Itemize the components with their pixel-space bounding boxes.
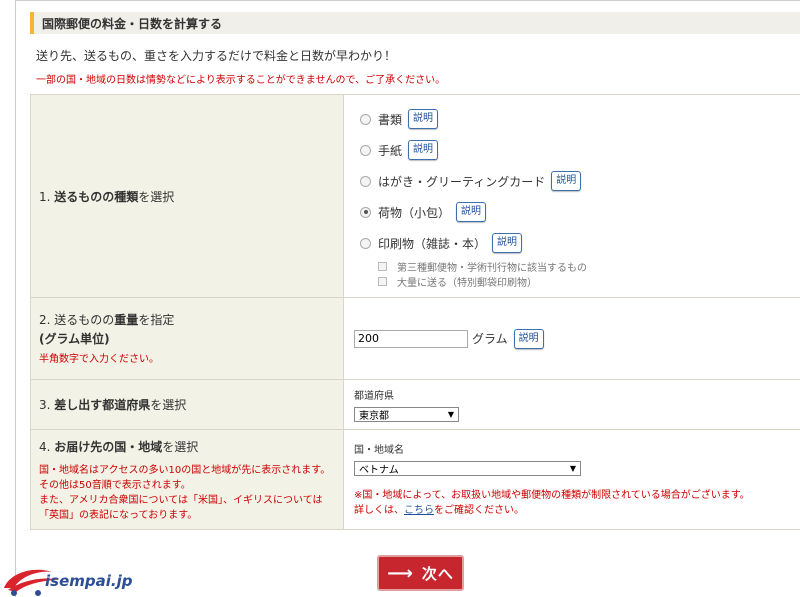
details-pre: 詳しくは、 [354,505,404,516]
option-printed-matter[interactable]: 印刷物（雑誌・本） 説明 [354,228,800,259]
radio-postcard[interactable] [360,175,371,187]
option-postcard-label: はがき・グリーティングカード [378,174,546,189]
step3-suffix: を選択 [150,398,187,412]
option-letter-label: 手紙 [378,143,403,158]
lead-text: 送り先、送るもの、重さを入力するだけで料金と日数が早わかり！ [36,49,397,63]
prefecture-label: 都道府県 [354,391,394,402]
page-frame-top [15,0,800,1]
option-postcard[interactable]: はがき・グリーティングカード 説明 [354,166,800,197]
step1-label: 1. 送るものの種類を選択 [30,94,344,298]
step1-suffix: を選択 [138,189,175,204]
country-selected: ベトナム [359,465,399,476]
prefecture-dropdown-icon: ▼ [447,410,454,419]
step2-bold: 重量 [114,312,139,327]
section-title: 国際郵便の料金・日数を計算する [42,16,223,31]
explain-button-letter[interactable]: 説明 [408,140,439,160]
step4-suffix: を選択 [162,440,199,454]
step3-label: 3. 差し出す都道府県を選択 [30,379,344,430]
next-button-label: 次へ [421,564,454,583]
step4-number: 4. [39,440,51,454]
step4-field: 国・地域名 ベトナム ▼ ※国・地域によって、お取扱い地域や郵便物の種類が制限さ… [343,429,800,530]
checkbox-third-class[interactable] [378,261,387,271]
step3-bold: 差し出す都道府県 [54,398,151,412]
country-select[interactable]: ベトナム ▼ [354,461,581,476]
step1-number: 1. [39,189,51,204]
suboption-third-class[interactable]: 第三種郵便物・学術刊行物に該当するもの [378,259,800,274]
next-button[interactable]: ⟶ 次へ [377,555,464,591]
suboption-third-class-label: 第三種郵便物・学術刊行物に該当するもの [397,262,587,274]
step3-field: 都道府県 東京都 ▼ [343,379,800,430]
prefecture-select[interactable]: 東京都 ▼ [354,407,459,422]
step2-pre: 送るものの [54,312,115,327]
radio-printed-matter[interactable] [360,237,371,249]
step4-note-4: 「英国」の表記になっております。 [39,510,198,521]
section-header: 国際郵便の料金・日数を計算する [30,12,800,34]
details-link[interactable]: こちら [404,505,434,516]
radio-parcel[interactable] [360,206,371,218]
option-documents-label: 書類 [378,112,403,127]
step3-number: 3. [39,398,51,412]
step2-number: 2. [39,312,51,327]
country-label: 国・地域名 [354,445,404,456]
calculator-form: 1. 送るものの種類を選択 書類 説明 手紙 説明 はがき・グリーティングカード… [30,94,800,530]
option-parcel[interactable]: 荷物（小包） 説明 [354,197,800,228]
suboption-bulk[interactable]: 大量に送る（特別郵袋印刷物） [378,274,800,289]
prefecture-selected: 東京都 [359,411,389,422]
logo-text: isempai.jp [45,572,133,590]
suboption-bulk-label: 大量に送る（特別郵袋印刷物） [397,277,537,289]
explain-button-documents[interactable]: 説明 [408,109,439,129]
step4-label: 4. お届け先の国・地域を選択 国・地域名はアクセスの多い10の国と地域が先に表… [30,429,344,530]
country-warning: ※国・地域によって、お取扱い地域や郵便物の種類が制限されている場合がございます。 [354,490,750,501]
step4-note-1: 国・地域名はアクセスの多い10の国と地域が先に表示されます。 [39,465,331,476]
notice-text: 一部の国・地域の日数は情勢などにより表示することができませんので、ご了承ください… [36,75,446,86]
step4-bold: お届け先の国・地域 [54,440,163,454]
arrow-right-icon: ⟶ [387,562,414,584]
page-frame-left [15,0,16,597]
step1-bold: 送るものの種類 [54,189,139,204]
explain-button-postcard[interactable]: 説明 [551,171,582,191]
step1-options: 書類 説明 手紙 説明 はがき・グリーティングカード 説明 荷物（小包） 説明 … [343,94,800,298]
radio-letter[interactable] [360,144,371,156]
weight-unit: グラム [472,332,508,346]
country-dropdown-icon: ▼ [569,464,576,473]
country-details-line: 詳しくは、こちらをご確認ください。 [354,503,800,518]
explain-button-printed-matter[interactable]: 説明 [492,233,523,253]
step2-input-note: 半角数字で入力ください。 [39,353,159,365]
step2-suffix: を指定 [138,312,175,327]
explain-button-parcel[interactable]: 説明 [456,202,487,222]
step2-field: 200 グラム 説明 [343,297,800,380]
option-letter[interactable]: 手紙 説明 [354,135,800,166]
checkbox-bulk[interactable] [378,276,387,286]
explain-button-weight[interactable]: 説明 [513,328,544,349]
details-post: をご確認ください。 [434,505,524,516]
step2-label: 2. 送るものの重量を指定 (グラム単位) 半角数字で入力ください。 [30,297,344,380]
option-documents[interactable]: 書類 説明 [354,104,800,135]
weight-input[interactable]: 200 [354,329,468,348]
step2-unit-note: (グラム単位) [39,331,110,346]
option-parcel-label: 荷物（小包） [378,205,451,220]
radio-documents[interactable] [360,113,371,125]
step4-note-3: また、アメリカ合衆国については「米国」、イギリスについては [39,495,323,506]
step4-note-2: その他は50音順で表示されます。 [39,480,191,491]
option-printed-matter-label: 印刷物（雑誌・本） [378,236,487,251]
